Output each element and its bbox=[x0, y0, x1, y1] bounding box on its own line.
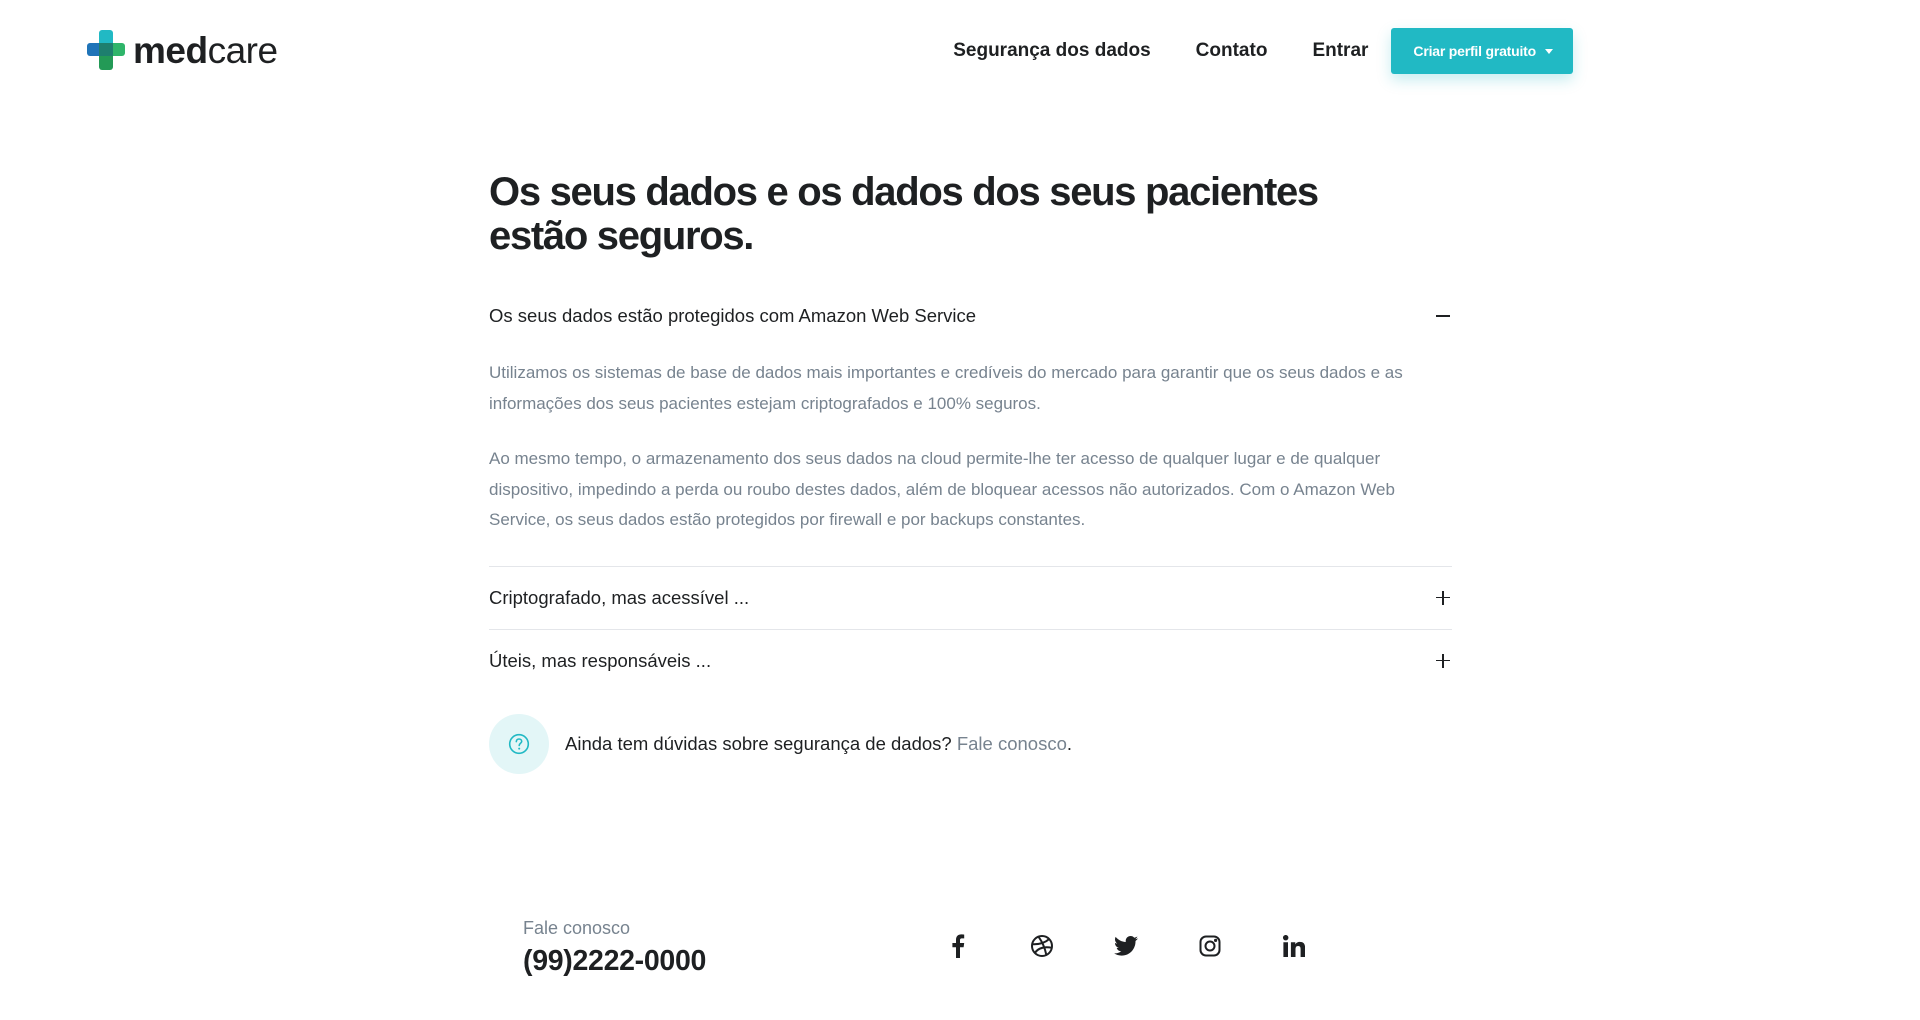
medical-cross-icon bbox=[86, 29, 126, 71]
accordion-header-encrypted[interactable]: Criptografado, mas acessível ... bbox=[489, 567, 1452, 629]
accordion-item-aws: Os seus dados estão protegidos com Amazo… bbox=[489, 288, 1452, 567]
footer-contact: Fale conosco (99)2222-0000 bbox=[523, 918, 706, 978]
contact-us-link[interactable]: Fale conosco bbox=[957, 733, 1067, 754]
plus-icon[interactable] bbox=[1435, 590, 1451, 606]
footer-contact-label: Fale conosco bbox=[523, 918, 631, 938]
main-content: Os seus dados e os dados dos seus pacien… bbox=[489, 170, 1452, 774]
page-title: Os seus dados e os dados dos seus pacien… bbox=[489, 170, 1319, 258]
facebook-icon[interactable] bbox=[945, 933, 971, 959]
accordion-paragraph: Utilizamos os sistemas de base de dados … bbox=[489, 363, 1403, 413]
page: medcare Segurança dos dados Contato Entr… bbox=[0, 0, 1920, 1020]
help-text: Ainda tem dúvidas sobre segurança de dad… bbox=[565, 732, 1073, 754]
accordion-title: Os seus dados estão protegidos com Amazo… bbox=[489, 305, 977, 326]
accordion-item-encrypted: Criptografado, mas acessível ... bbox=[489, 567, 1452, 630]
accordion-title: Criptografado, mas acessível ... bbox=[489, 586, 750, 608]
accordion-body-aws: Utilizamos os sistemas de base de dados … bbox=[489, 344, 1452, 566]
accordion-paragraph: Ao mesmo tempo, o armazenamento dos seus… bbox=[489, 449, 1395, 529]
main-nav: Segurança dos dados Contato Entrar Criar… bbox=[953, 28, 1573, 74]
dribbble-icon[interactable] bbox=[1029, 933, 1055, 959]
caret-down-icon bbox=[1545, 48, 1553, 54]
accordion-title: Úteis, mas responsáveis ... bbox=[489, 649, 712, 671]
instagram-icon[interactable] bbox=[1197, 933, 1223, 959]
site-header: medcare Segurança dos dados Contato Entr… bbox=[0, 0, 1920, 101]
create-free-profile-label: Criar perfil gratuito bbox=[1413, 43, 1536, 59]
plus-icon[interactable] bbox=[1435, 653, 1451, 669]
help-callout: Ainda tem dúvidas sobre segurança de dad… bbox=[489, 713, 1452, 774]
twitter-icon[interactable] bbox=[1113, 933, 1139, 959]
create-free-profile-button[interactable]: Criar perfil gratuito bbox=[1391, 28, 1573, 74]
minus-icon[interactable] bbox=[1435, 308, 1451, 324]
accordion-item-useful: Úteis, mas responsáveis ... bbox=[489, 630, 1452, 692]
nav-link-contact[interactable]: Contato bbox=[1196, 28, 1268, 74]
nav-link-login[interactable]: Entrar bbox=[1312, 28, 1368, 74]
logo[interactable]: medcare bbox=[86, 29, 278, 71]
accordion-header-aws[interactable]: Os seus dados estão protegidos com Amazo… bbox=[489, 288, 1452, 344]
linkedin-icon[interactable] bbox=[1281, 933, 1307, 959]
accordion-header-useful[interactable]: Úteis, mas responsáveis ... bbox=[489, 630, 1452, 692]
footer-phone[interactable]: (99)2222-0000 bbox=[523, 945, 706, 978]
question-icon bbox=[489, 713, 549, 774]
social-links bbox=[945, 933, 1307, 959]
logo-text: medcare bbox=[133, 29, 278, 71]
nav-link-data-security[interactable]: Segurança dos dados bbox=[953, 28, 1150, 74]
